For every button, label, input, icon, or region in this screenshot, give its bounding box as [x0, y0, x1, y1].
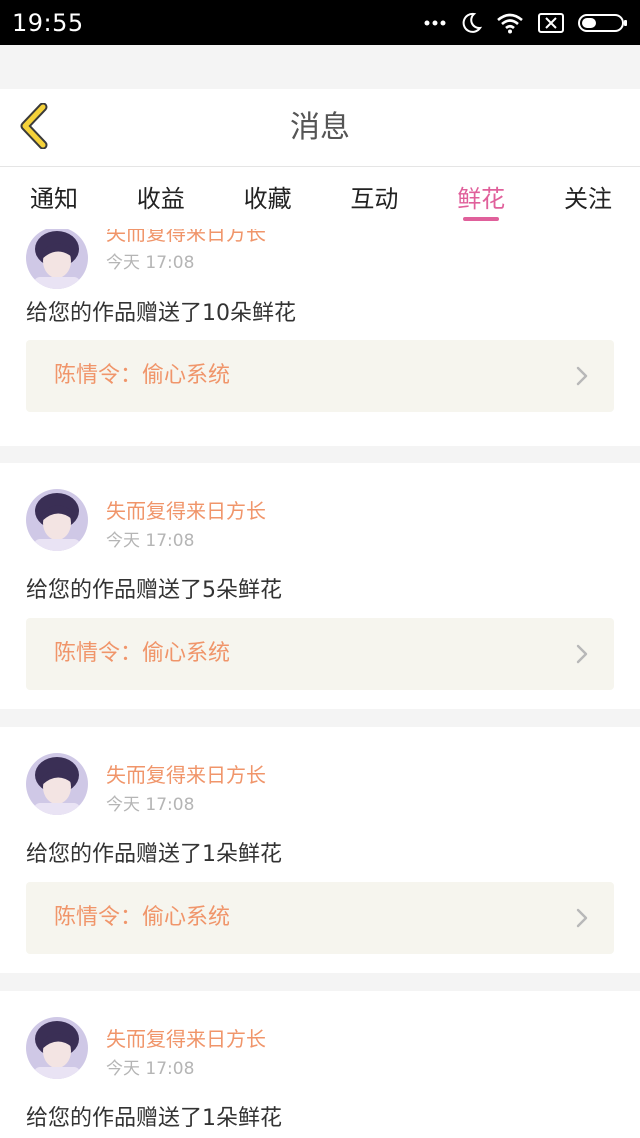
- sender-name[interactable]: 失而复得来日方长: [106, 229, 266, 246]
- message-card: 失而复得来日方长 今天 17:08 给您的作品赠送了1朵鲜花: [0, 991, 640, 1138]
- tab-label: 鲜花: [457, 185, 506, 213]
- avatar[interactable]: [26, 753, 88, 815]
- sim-off-icon: [538, 12, 564, 33]
- work-link[interactable]: 陈情令：偷心系统: [26, 618, 614, 690]
- message-card: 失而复得来日方长 今天 17:08 给您的作品赠送了1朵鲜花 陈情令：偷心系统: [0, 727, 640, 973]
- message-time: 今天 17:08: [106, 253, 195, 273]
- avatar[interactable]: [26, 229, 88, 289]
- chevron-right-icon: [576, 366, 588, 390]
- message-text: 给您的作品赠送了10朵鲜花: [26, 301, 296, 326]
- message-card: 失而复得来日方长 今天 17:08 给您的作品赠送了5朵鲜花 陈情令：偷心系统: [0, 463, 640, 709]
- work-title: 陈情令：偷心系统: [54, 641, 231, 666]
- tab-label: 收藏: [243, 185, 292, 213]
- moon-icon: [460, 12, 482, 34]
- avatar[interactable]: [26, 489, 88, 551]
- message-card: 失而复得来日方长 今天 17:08 给您的作品赠送了10朵鲜花 陈情令：偷心系统: [0, 229, 640, 446]
- status-bar: 19:55: [0, 0, 640, 45]
- tab-favorites[interactable]: 收藏: [240, 167, 296, 229]
- chevron-right-icon: [576, 644, 588, 668]
- avatar[interactable]: [26, 1017, 88, 1079]
- tab-label: 收益: [136, 185, 185, 213]
- work-link[interactable]: 陈情令：偷心系统: [26, 882, 614, 954]
- tab-label: 通知: [30, 185, 78, 213]
- work-title: 陈情令：偷心系统: [54, 905, 231, 930]
- message-time: 今天 17:08: [106, 531, 195, 551]
- tab-earnings[interactable]: 收益: [133, 167, 189, 229]
- tab-notifications[interactable]: 通知: [26, 167, 82, 229]
- message-text: 给您的作品赠送了1朵鲜花: [26, 1106, 282, 1131]
- wifi-icon: [496, 12, 524, 34]
- tab-bar: 通知 收益 收藏 互动 鲜花 关注: [0, 167, 640, 229]
- tab-flowers[interactable]: 鲜花: [453, 167, 509, 229]
- message-feed[interactable]: 失而复得来日方长 今天 17:08 给您的作品赠送了10朵鲜花 陈情令：偷心系统…: [0, 229, 640, 1138]
- battery-icon: [578, 13, 628, 33]
- status-icons: [424, 12, 628, 34]
- work-title: 陈情令：偷心系统: [54, 363, 231, 388]
- message-time: 今天 17:08: [106, 1059, 195, 1079]
- sender-name[interactable]: 失而复得来日方长: [106, 1023, 266, 1052]
- status-time: 19:55: [12, 8, 84, 37]
- tab-following[interactable]: 关注: [560, 167, 616, 229]
- more-dots-icon: [424, 19, 446, 27]
- app-bar: 消息: [0, 89, 640, 167]
- active-tab-indicator: [463, 217, 500, 221]
- work-link[interactable]: 陈情令：偷心系统: [26, 340, 614, 412]
- message-time: 今天 17:08: [106, 795, 195, 815]
- sender-name[interactable]: 失而复得来日方长: [106, 759, 266, 788]
- chevron-right-icon: [576, 908, 588, 932]
- message-text: 给您的作品赠送了1朵鲜花: [26, 842, 282, 867]
- tab-label: 关注: [563, 185, 612, 213]
- top-spacer: [0, 45, 640, 89]
- sender-name[interactable]: 失而复得来日方长: [106, 495, 266, 524]
- tab-interactions[interactable]: 互动: [346, 167, 402, 229]
- message-text: 给您的作品赠送了5朵鲜花: [26, 578, 282, 603]
- page-title: 消息: [290, 110, 350, 145]
- tab-label: 互动: [350, 185, 399, 213]
